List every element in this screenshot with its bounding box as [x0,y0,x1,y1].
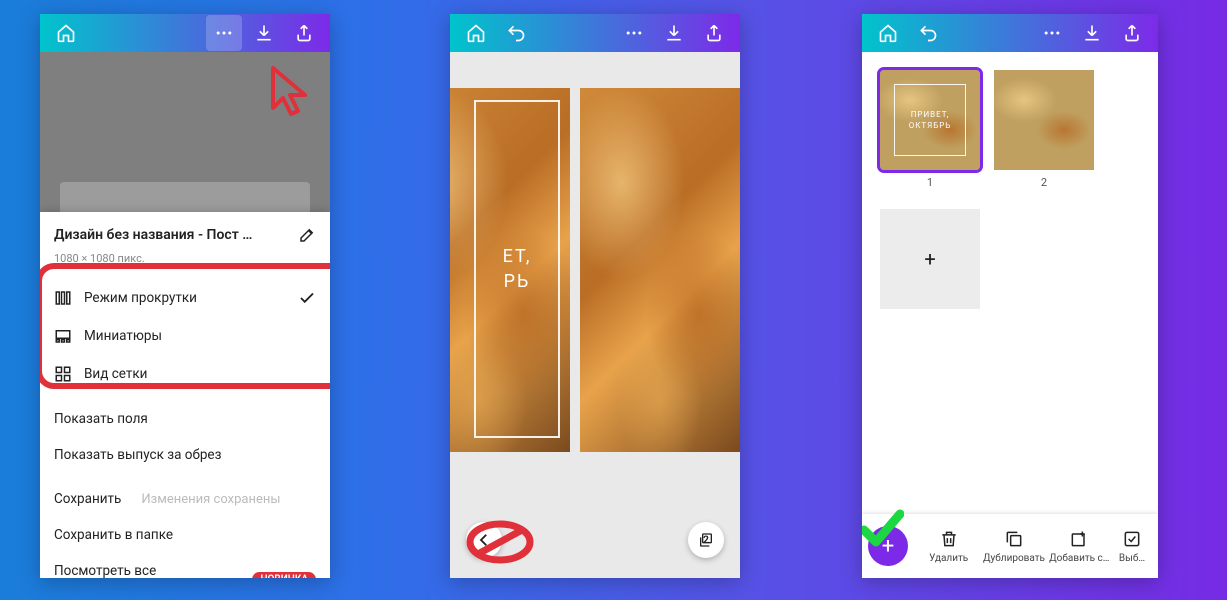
share-button[interactable] [286,15,322,51]
tool-delete[interactable]: Удалить [916,529,981,564]
menu-label: Сохранить [54,491,121,507]
thumb-2-number: 2 [1041,176,1047,189]
check-icon [298,289,316,307]
page-thumb-2[interactable] [994,70,1094,170]
trash-icon [939,529,959,549]
page-count: 2 [703,535,709,546]
more-options-button[interactable] [1034,15,1070,51]
share-button[interactable] [1114,15,1150,51]
sheet-title: Дизайн без названия - Пост … [54,227,290,243]
menu-item-view-comments[interactable]: Посмотреть все комментарии НОВИНКА [40,553,330,578]
menu-item-grid-view[interactable]: Вид сетки [40,355,330,393]
menu-label: Миниатюры [84,328,162,344]
download-button[interactable] [656,15,692,51]
save-status: Изменения сохранены [141,492,280,507]
cursor-annotation [267,64,315,122]
topbar [40,14,330,52]
more-options-button[interactable] [616,15,652,51]
home-button[interactable] [458,15,494,51]
menu-label: Показать выпуск за обрез [54,447,221,463]
add-page-fab[interactable]: + [868,526,908,566]
menu-item-thumbnails[interactable]: Миниатюры [40,317,330,355]
scroll-canvas[interactable]: ЕТ, РЬ [450,52,740,452]
undo-button[interactable] [910,15,946,51]
thumb-1-number: 1 [927,176,933,189]
menu-label: Сохранить в папке [54,527,173,543]
menu-item-save[interactable]: Сохранить Изменения сохранены [40,481,330,517]
menu-label: Вид сетки [84,366,147,382]
plus-icon: + [924,247,935,271]
menu-item-save-to-folder[interactable]: Сохранить в папке [40,517,330,553]
more-options-button[interactable] [206,15,242,51]
menu-label: Посмотреть все комментарии [54,563,240,578]
rename-button[interactable] [298,226,316,244]
close-fab[interactable] [466,522,502,558]
new-badge: НОВИНКА [252,572,316,579]
menu-item-show-bleed[interactable]: Показать выпуск за обрез [40,437,330,473]
copy-icon [1004,529,1024,549]
tool-add[interactable]: Добавить с… [1047,529,1112,564]
design-dimensions: 1080 × 1080 пикс. [40,252,330,279]
tool-label: Дублировать [983,553,1045,564]
tool-label: Выб… [1119,553,1145,564]
thumb-1-text: ПРИВЕТ,ОКТЯБРЬ [909,109,952,131]
page-2[interactable] [580,88,740,452]
screenshot-1: Дизайн без названия - Пост … 1080 × 1080… [40,14,330,578]
home-button[interactable] [48,15,84,51]
menu-label: Режим прокрутки [84,290,197,306]
screenshot-3: ПРИВЕТ,ОКТЯБРЬ 1 2 + + Удалить [862,14,1158,578]
screenshot-2: ЕТ, РЬ 2 [450,14,740,578]
topbar [862,14,1158,52]
topbar [450,14,740,52]
page-thumb-1[interactable]: ПРИВЕТ,ОКТЯБРЬ [880,70,980,170]
tool-label: Удалить [929,553,968,564]
menu-label: Показать поля [54,411,148,427]
tool-duplicate[interactable]: Дублировать [981,529,1046,564]
download-button[interactable] [246,15,282,51]
checkmark-annotation [862,508,904,548]
download-button[interactable] [1074,15,1110,51]
columns-icon [54,289,72,307]
page-toolbar: + Удалить Дублировать Добавить с… Выб… [862,514,1158,578]
page-1[interactable]: ЕТ, РЬ [450,88,570,452]
tool-label: Добавить с… [1049,553,1109,564]
thumbnail-grid: ПРИВЕТ,ОКТЯБРЬ 1 2 + [862,52,1158,327]
select-icon [1122,529,1142,549]
page-1-text: ЕТ, РЬ [503,244,532,294]
home-button[interactable] [870,15,906,51]
filmstrip-icon [54,327,72,345]
menu-item-show-margins[interactable]: Показать поля [40,401,330,437]
add-page-tile[interactable]: + [880,209,980,309]
grid-icon [54,365,72,383]
options-sheet: Дизайн без названия - Пост … 1080 × 1080… [40,212,330,578]
tool-select[interactable]: Выб… [1112,529,1152,564]
undo-button[interactable] [498,15,534,51]
page-count-fab[interactable]: 2 [688,522,724,558]
menu-item-scroll-mode[interactable]: Режим прокрутки [40,279,330,317]
add-page-icon [1069,529,1089,549]
share-button[interactable] [696,15,732,51]
